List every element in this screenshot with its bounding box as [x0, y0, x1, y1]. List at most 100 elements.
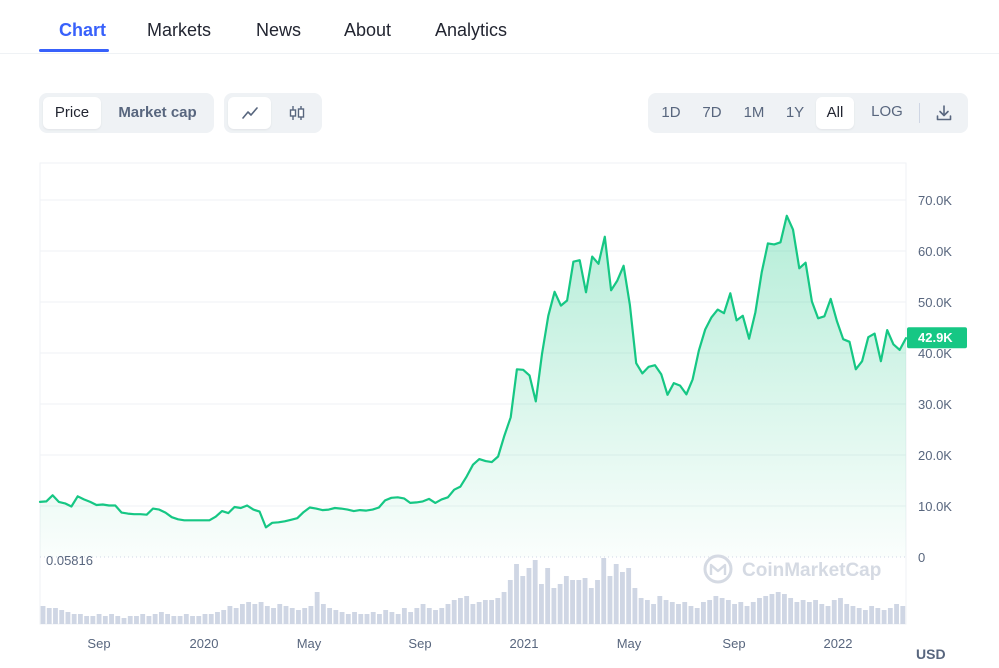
- y-tick-label: 70.0K: [918, 193, 952, 208]
- volume-bar: [638, 598, 644, 624]
- volume-bar: [190, 616, 195, 624]
- volume-bar: [838, 598, 843, 624]
- volume-bar: [813, 600, 818, 624]
- volume-bar: [183, 614, 189, 624]
- volume-bar: [750, 602, 756, 624]
- y-tick-label: 0: [918, 550, 925, 565]
- volume-bar: [794, 602, 800, 624]
- volume-bar: [445, 604, 451, 624]
- volume-bar: [296, 610, 301, 624]
- volume-bar: [850, 606, 856, 624]
- volume-bar: [158, 612, 164, 624]
- volume-bar: [271, 608, 276, 624]
- volume-bar: [769, 594, 775, 624]
- volume-bar: [539, 584, 544, 624]
- current-price-tag: 42.9K: [907, 327, 967, 349]
- volume-bar: [258, 602, 264, 624]
- volume-bar: [401, 608, 407, 624]
- volume-bar: [819, 604, 825, 624]
- volume-bar: [657, 596, 663, 624]
- x-tick-label: 2021: [510, 636, 539, 651]
- volume-bar: [196, 616, 202, 624]
- volume-bar: [869, 606, 875, 624]
- x-tick-label: Sep: [722, 636, 745, 651]
- volume-bar: [152, 614, 158, 624]
- volume-bar: [283, 606, 289, 624]
- volume-bar: [825, 606, 831, 624]
- volume-bar: [426, 608, 432, 624]
- watermark-text: CoinMarketCap: [742, 560, 881, 581]
- currency-label: USD: [916, 646, 946, 662]
- x-tick-label: Sep: [408, 636, 431, 651]
- volume-bar: [358, 614, 364, 624]
- volume-bar: [239, 604, 245, 624]
- volume-bar: [202, 614, 208, 624]
- volume-bar: [464, 596, 470, 624]
- volume-bar: [90, 616, 96, 624]
- volume-bar: [501, 592, 507, 624]
- volume-bar: [601, 558, 607, 624]
- volume-bar: [395, 614, 401, 624]
- coinmarketcap-logo-mark: [709, 563, 727, 575]
- volume-bar: [507, 580, 513, 624]
- volume-bar: [84, 616, 90, 624]
- volume-bar: [451, 600, 457, 624]
- volume-bar: [894, 604, 899, 624]
- volume-bar: [607, 576, 613, 624]
- volume-bar: [140, 614, 146, 624]
- volume-bar: [370, 612, 376, 624]
- volume-bar: [46, 608, 52, 624]
- volume-bar: [887, 608, 893, 624]
- volume-bar: [806, 602, 812, 624]
- volume-bar: [345, 614, 351, 624]
- volume-bar: [831, 600, 837, 624]
- price-chart[interactable]: 0.05816 70.0K 60.0K 50.0K 40.0K 30.0K 20.0K 10…: [0, 0, 999, 668]
- volume-bar: [595, 580, 600, 624]
- volume-bar: [102, 616, 108, 624]
- volume-bar: [302, 608, 308, 624]
- volume-bar: [862, 610, 868, 624]
- volume-bar: [588, 588, 594, 624]
- volume-bar: [109, 614, 114, 624]
- volume-bar: [632, 588, 638, 624]
- volume-bar: [320, 604, 326, 624]
- volume-bar: [71, 614, 77, 624]
- volume-bar: [694, 608, 700, 624]
- volume-bar: [53, 608, 58, 624]
- min-price-label: 0.05816: [46, 553, 93, 568]
- volume-bar: [482, 600, 488, 624]
- volume-bar: [314, 592, 320, 624]
- volume-bar: [277, 604, 283, 624]
- volume-bar: [557, 584, 563, 624]
- volume-bar: [233, 608, 239, 624]
- volume-bar: [744, 606, 750, 624]
- volume-bar: [732, 604, 737, 624]
- volume-bar: [289, 608, 295, 624]
- volume-bar: [333, 610, 339, 624]
- y-tick-label: 20.0K: [918, 448, 952, 463]
- volume-bar: [532, 560, 538, 624]
- volume-bar: [713, 596, 719, 624]
- volume-bar: [458, 598, 463, 624]
- volume-bar: [134, 616, 139, 624]
- volume-bar: [327, 608, 333, 624]
- x-tick-label: 2020: [190, 636, 219, 651]
- volume-bar: [707, 600, 713, 624]
- volume-bar: [383, 610, 389, 624]
- volume-bar: [800, 600, 806, 624]
- volume-bar: [651, 604, 656, 624]
- volume-bar: [476, 602, 482, 624]
- coinmarketcap-logo-icon: [703, 554, 733, 584]
- volume-bar: [171, 616, 177, 624]
- volume-bar: [775, 592, 781, 624]
- volume-bar: [165, 614, 171, 624]
- volume-bar: [788, 598, 794, 624]
- volume-bar: [377, 614, 382, 624]
- volume-bar: [844, 604, 850, 624]
- volume-bar: [644, 600, 650, 624]
- volume-bar: [669, 602, 675, 624]
- volume-bar: [439, 608, 445, 624]
- volume-bar: [77, 614, 83, 624]
- volume-bar: [613, 564, 619, 624]
- volume-bar: [570, 580, 575, 624]
